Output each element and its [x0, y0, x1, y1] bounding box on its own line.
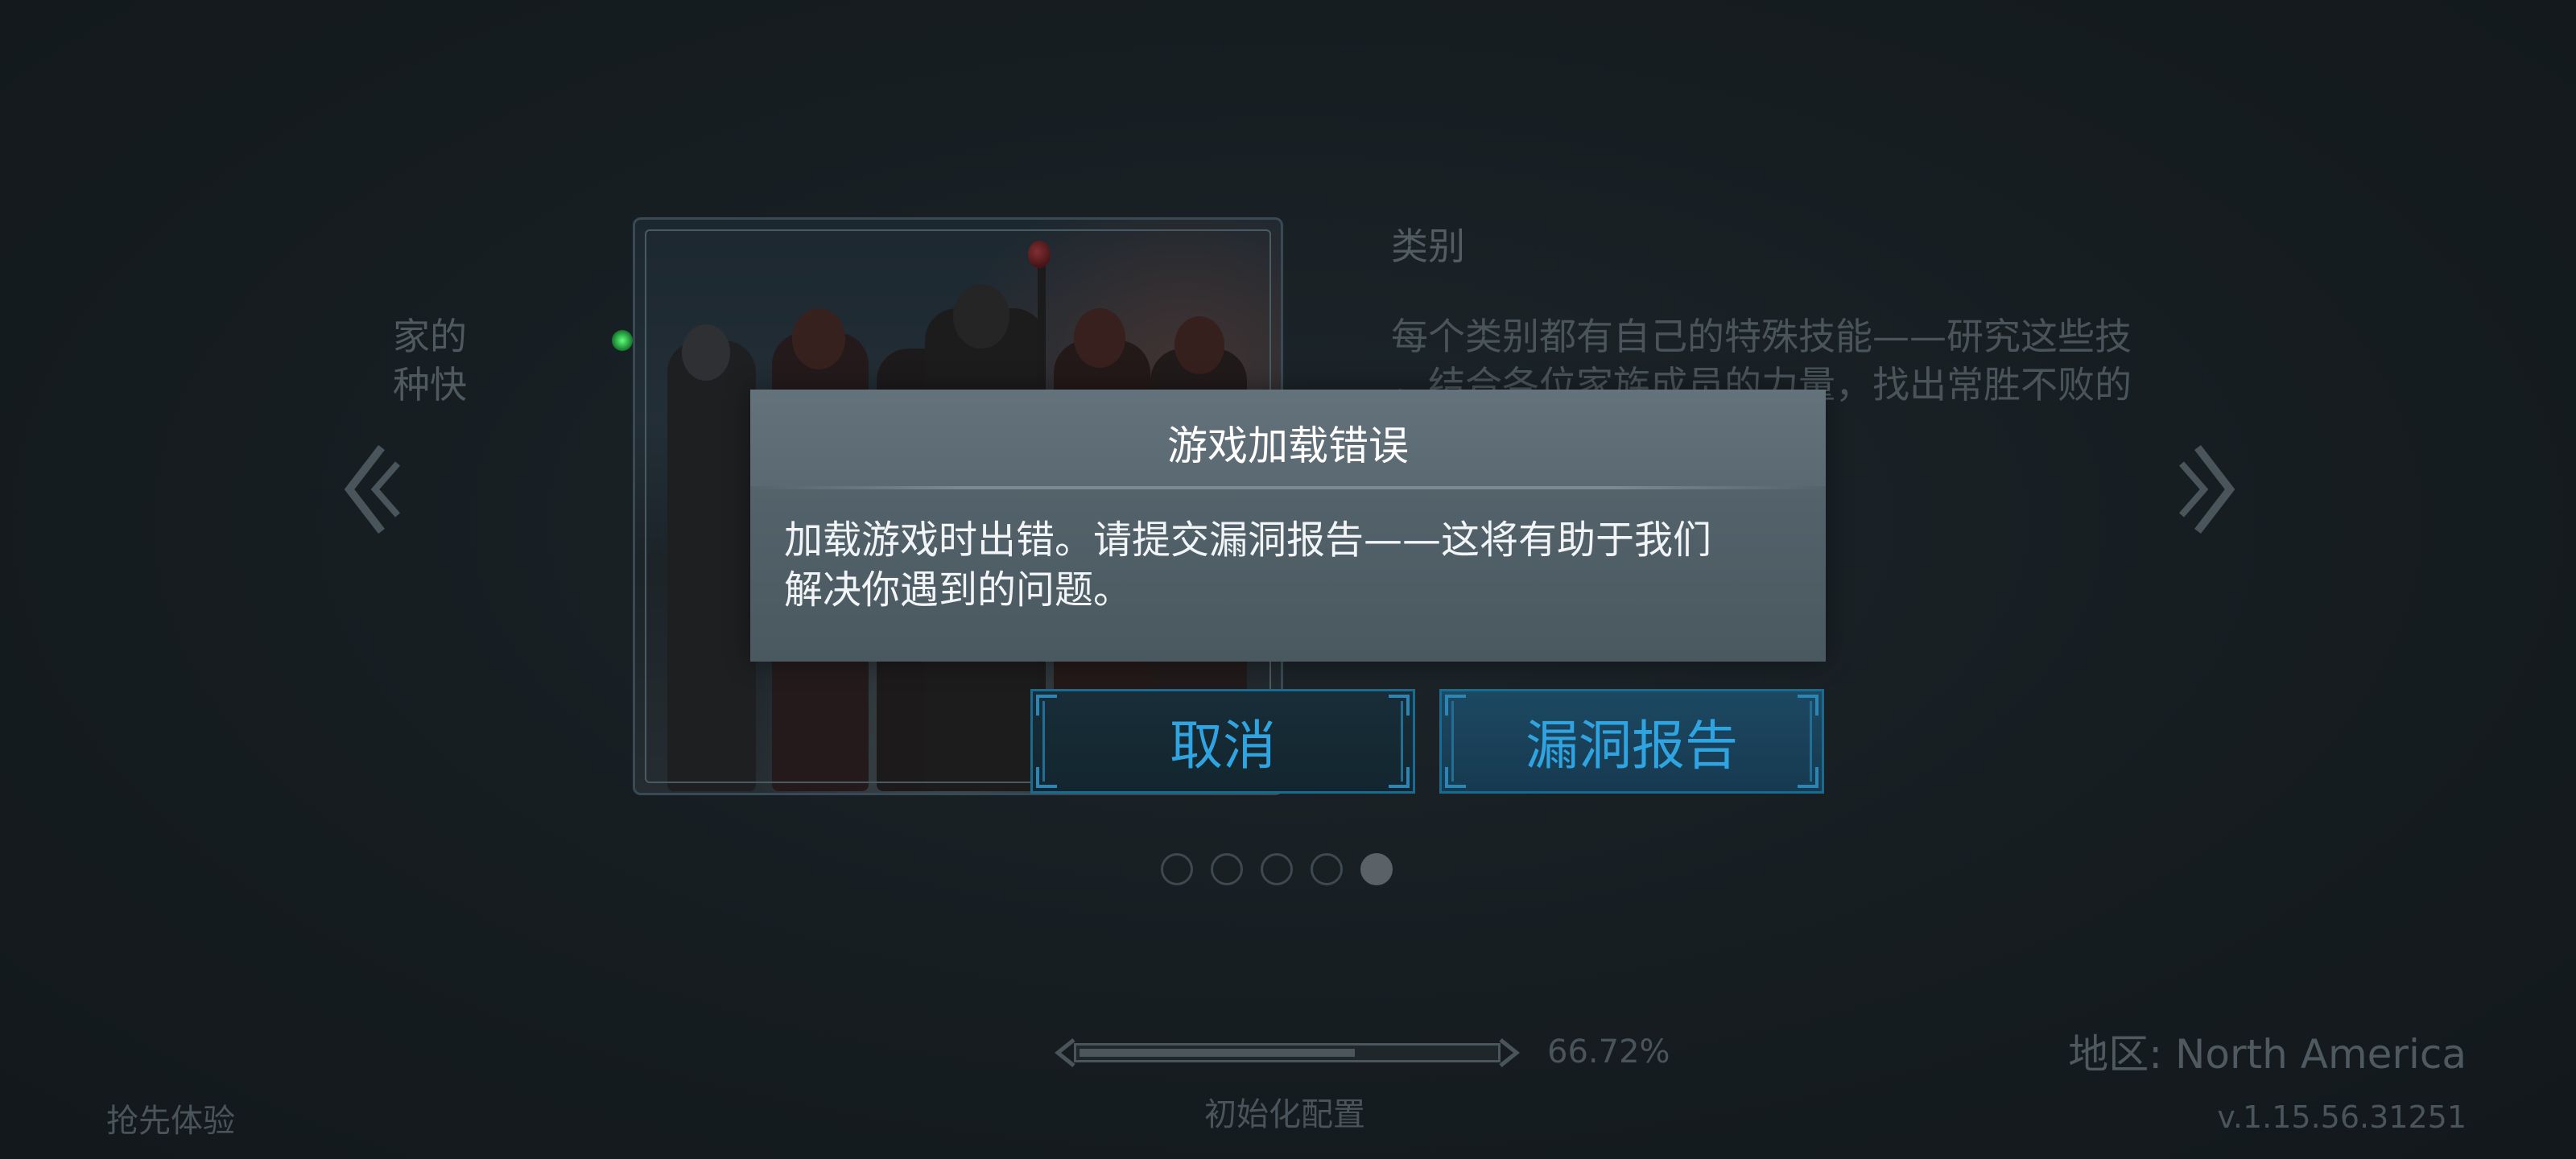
carousel-prev-icon[interactable] — [341, 443, 406, 536]
page-dot[interactable] — [1261, 853, 1293, 885]
carousel-next-icon[interactable] — [2174, 443, 2238, 536]
button-corner-ornament — [1389, 695, 1410, 716]
game-loading-screen: 家的 种快 类别 每个类别都有自己的特殊技能——研究这些技 ，结合各位家族成员的… — [0, 0, 2576, 1159]
bug-report-button[interactable]: 漏洞报告 — [1439, 689, 1824, 794]
button-corner-ornament — [1798, 695, 1818, 716]
progress-cap-right-icon — [1499, 1038, 1521, 1067]
early-access-label: 抢先体验 — [106, 1103, 235, 1140]
button-corner-ornament — [1445, 767, 1466, 788]
button-corner-ornament — [1389, 767, 1410, 788]
button-edge-line — [1042, 701, 1045, 782]
dialog-message-line: 加载游戏时出错。请提交漏洞报告——这将有助于我们 — [784, 518, 1712, 563]
region-label[interactable]: 地区: North America — [2068, 1022, 2467, 1080]
progress-fill — [1080, 1049, 1355, 1057]
cancel-button-label: 取消 — [1170, 715, 1276, 777]
page-dot[interactable] — [1161, 853, 1193, 885]
page-dot-active[interactable] — [1360, 853, 1393, 885]
previous-slide-line: 家的 — [393, 315, 467, 358]
category-title: 类别 — [1391, 225, 1465, 268]
bug-report-button-label: 漏洞报告 — [1525, 715, 1738, 777]
dialog-divider — [750, 486, 1826, 489]
version-label: v.1.15.56.31251 — [2217, 1099, 2467, 1135]
button-edge-line — [1451, 701, 1454, 782]
error-dialog: 游戏加载错误 加载游戏时出错。请提交漏洞报告——这将有助于我们 解决你遇到的问题… — [750, 390, 1826, 662]
category-description-line: 每个类别都有自己的特殊技能——研究这些技 — [1391, 315, 2132, 358]
dialog-title: 游戏加载错误 — [1167, 423, 1409, 469]
progress-track — [1074, 1043, 1501, 1062]
button-corner-ornament — [1036, 767, 1057, 788]
button-edge-line — [1401, 701, 1403, 782]
page-dot[interactable] — [1311, 853, 1343, 885]
loading-progress-bar — [1053, 1037, 1521, 1069]
previous-slide-line: 种快 — [393, 363, 467, 406]
button-corner-ornament — [1798, 767, 1818, 788]
previous-slide-text: 家的 种快 — [386, 312, 467, 417]
dialog-message: 加载游戏时出错。请提交漏洞报告——这将有助于我们 解决你遇到的问题。 — [784, 515, 1798, 615]
dialog-message-line: 解决你遇到的问题。 — [784, 567, 1133, 612]
loading-status-text: 初始化配置 — [1204, 1096, 1365, 1133]
button-edge-line — [1810, 701, 1812, 782]
carousel-pagination — [1161, 853, 1393, 885]
page-dot[interactable] — [1211, 853, 1243, 885]
artwork-green-gem — [612, 330, 633, 351]
button-corner-ornament — [1036, 695, 1057, 716]
progress-percent-text: 66.72% — [1547, 1033, 1670, 1070]
cancel-button[interactable]: 取消 — [1030, 689, 1415, 794]
button-corner-ornament — [1445, 695, 1466, 716]
